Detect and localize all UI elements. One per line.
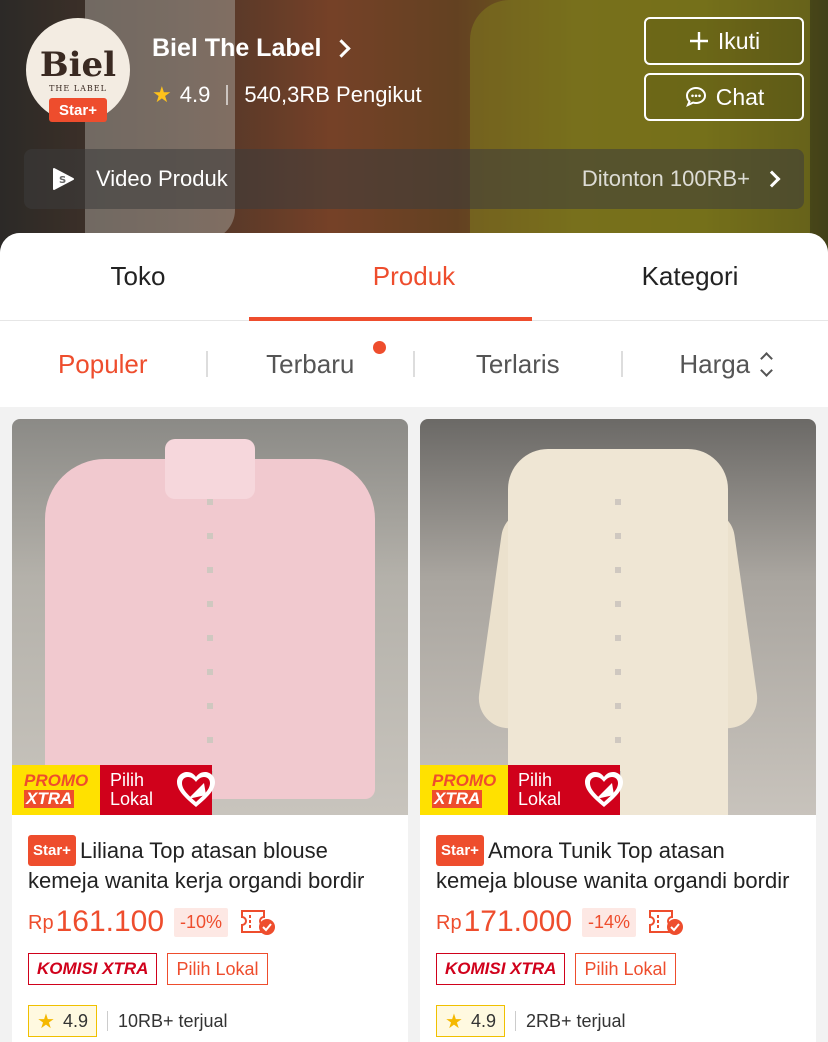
product-price: 161.100 (55, 905, 165, 938)
sort-terlaris-label: Terlaris (475, 348, 560, 379)
pilih-lokal-tag: Pilih Lokal (575, 953, 676, 985)
follow-button[interactable]: Ikuti (644, 17, 804, 65)
sort-terlaris[interactable]: Terlaris (415, 349, 621, 380)
star-plus-badge: Star+ (436, 835, 484, 866)
divider (514, 1011, 516, 1031)
komisi-xtra-tag: KOMISI XTRA (436, 953, 566, 985)
star-icon: ★ (445, 1010, 463, 1033)
product-photo-buttons (207, 499, 213, 789)
promo-top: PROMO (432, 770, 497, 790)
shop-followers: 540,3RB Pengikut (244, 82, 422, 107)
rating-row: ★ 4.9 2RB+ terjual (436, 1005, 800, 1037)
product-title-text: Amora Tunik Top atasan kemeja blouse wan… (436, 838, 790, 893)
tab-toko[interactable]: Toko (0, 233, 276, 320)
product-card[interactable]: PROMO XTRA Pilih Lokal Star+ Amora Tunik… (420, 419, 816, 1042)
sort-bar: Populer Terbaru Terlaris Harga (0, 321, 828, 407)
rating-row: ★ 4.9 10RB+ terjual (28, 1005, 392, 1037)
shop-name-link[interactable]: Biel The Label (152, 34, 352, 63)
divider (106, 1011, 108, 1031)
price-currency: Rp (28, 912, 54, 934)
svg-text:S: S (59, 175, 66, 186)
promo-lokal: Pilih Lokal (110, 770, 154, 809)
star-icon: ★ (152, 82, 172, 107)
content-panel: Toko Produk Kategori Populer Terbaru Ter… (0, 233, 828, 1042)
divider (226, 85, 229, 105)
shop-meta: ★ 4.9 540,3RB Pengikut (152, 82, 422, 108)
shopee-video-icon: S (53, 168, 74, 190)
promo-bottom: XTRA (24, 788, 74, 809)
product-photo-buttons (615, 499, 621, 789)
product-sold: 10RB+ terjual (117, 1010, 228, 1031)
shop-logo-word: Biel (39, 44, 117, 85)
star-plus-badge: Star+ (28, 835, 76, 866)
product-image[interactable]: PROMO XTRA Pilih Lokal (420, 419, 816, 815)
star-icon: ★ (37, 1010, 55, 1033)
price-currency: Rp (436, 912, 462, 934)
active-tab-indicator (249, 317, 532, 321)
tab-kategori[interactable]: Kategori (552, 233, 828, 320)
product-price: 171.000 (463, 905, 573, 938)
chevron-right-icon (763, 170, 781, 188)
tab-produk[interactable]: Produk (276, 233, 552, 320)
rating-badge: ★ 4.9 (436, 1005, 505, 1037)
pilih-lokal-tag: Pilih Lokal (167, 953, 268, 985)
shop-header: Biel THE LABEL Star+ Biel The Label ★ 4.… (0, 0, 828, 260)
product-card[interactable]: PROMO XTRA Pilih Lokal Star+ Liliana Top… (12, 419, 408, 1042)
product-tags: KOMISI XTRA Pilih Lokal (436, 953, 800, 985)
discount-badge: -10% (174, 907, 229, 937)
shop-rating: 4.9 (179, 82, 211, 107)
product-tags: KOMISI XTRA Pilih Lokal (28, 953, 392, 985)
product-title[interactable]: Star+ Amora Tunik Top atasan kemeja blous… (436, 835, 800, 893)
sort-updown-icon (760, 351, 774, 377)
shop-tabs: Toko Produk Kategori (0, 233, 828, 321)
voucher-check-icon (241, 910, 276, 935)
product-image[interactable]: PROMO XTRA Pilih Lokal (12, 419, 408, 815)
plus-icon (689, 32, 708, 50)
product-grid: PROMO XTRA Pilih Lokal Star+ Liliana Top… (12, 419, 816, 1042)
chat-label: Chat (715, 83, 765, 110)
chat-bubble-icon (685, 86, 706, 108)
shop-name: Biel The Label (152, 34, 322, 62)
voucher-check-icon (649, 910, 684, 935)
sort-harga[interactable]: Harga (623, 349, 828, 380)
promo-bottom: XTRA (432, 788, 482, 809)
promo-top: PROMO (24, 770, 89, 790)
sort-harga-label: Harga (679, 348, 751, 379)
chat-button[interactable]: Chat (644, 73, 804, 121)
new-indicator-dot (372, 340, 386, 354)
price-row: Rp 161.100 -10% (28, 903, 392, 941)
heart-icon (177, 772, 215, 807)
follow-label: Ikuti (717, 27, 761, 54)
price-row: Rp 171.000 -14% (436, 903, 800, 941)
video-produk-bar[interactable]: S Video Produk Ditonton 100RB+ (24, 149, 804, 209)
product-title-text: Liliana Top atasan blouse kemeja wanita … (28, 838, 365, 893)
product-rating: 4.9 (470, 1010, 496, 1031)
promo-lokal: Pilih Lokal (518, 770, 562, 809)
video-label: Video Produk (96, 166, 228, 191)
heart-icon (585, 772, 623, 807)
sort-populer-label: Populer (57, 348, 148, 379)
sort-terbaru-label: Terbaru (266, 348, 355, 379)
chevron-right-icon (332, 39, 352, 58)
video-views: Ditonton 100RB+ (581, 166, 750, 191)
sort-populer[interactable]: Populer (0, 349, 206, 380)
star-plus-badge: Star+ (49, 98, 107, 122)
product-info: Star+ Amora Tunik Top atasan kemeja blous… (420, 815, 816, 1037)
komisi-xtra-tag: KOMISI XTRA (28, 953, 158, 985)
shop-logo-subtext: THE LABEL (49, 83, 107, 93)
discount-badge: -14% (582, 907, 637, 937)
promo-xtra-banner: PROMO XTRA Pilih Lokal (420, 765, 623, 815)
rating-badge: ★ 4.9 (28, 1005, 97, 1037)
product-photo-collar (165, 439, 255, 499)
product-title[interactable]: Star+ Liliana Top atasan blouse kemeja wa… (28, 835, 392, 893)
promo-xtra-banner: PROMO XTRA Pilih Lokal (12, 765, 215, 815)
sort-terbaru[interactable]: Terbaru (208, 340, 414, 380)
product-sold: 2RB+ terjual (525, 1010, 626, 1031)
product-info: Star+ Liliana Top atasan blouse kemeja wa… (12, 815, 408, 1037)
product-rating: 4.9 (62, 1010, 88, 1031)
